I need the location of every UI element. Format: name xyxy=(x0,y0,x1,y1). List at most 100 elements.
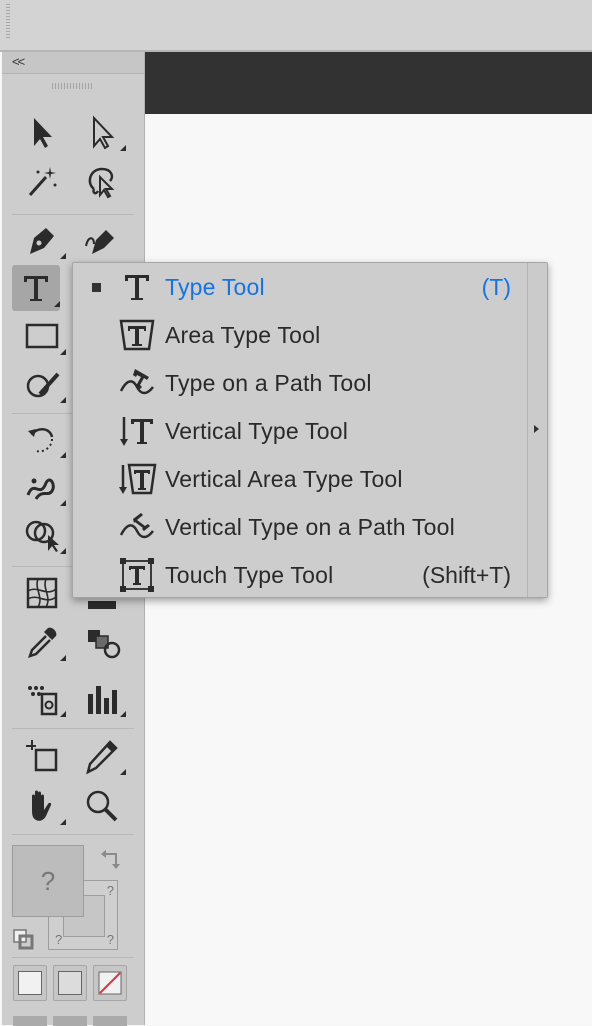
flyout-indicator xyxy=(60,452,66,458)
current-tool-bullet xyxy=(73,282,115,292)
rotate-tool[interactable] xyxy=(18,416,66,462)
type-on-path-icon xyxy=(119,369,154,395)
artboard-icon xyxy=(26,740,58,772)
swap-fill-stroke-icon[interactable] xyxy=(100,848,122,870)
slice-icon xyxy=(86,740,118,775)
hand-icon xyxy=(32,790,52,821)
type-icon xyxy=(24,276,48,301)
tool-group-divider xyxy=(12,834,134,835)
panel-grip[interactable] xyxy=(6,4,10,38)
flyout-indicator xyxy=(120,145,126,151)
shape-builder-tool[interactable] xyxy=(18,512,66,558)
none-square-icon xyxy=(98,971,122,995)
symbol-sprayer-tool[interactable] xyxy=(18,675,66,721)
toolbar-grip[interactable] xyxy=(52,83,92,89)
type-tools-flyout: Type Tool (T) Area Type Tool Type on a P… xyxy=(72,262,548,598)
type-tool[interactable] xyxy=(12,265,60,311)
menu-item-label: Type on a Path Tool xyxy=(165,369,372,396)
area-type-icon xyxy=(119,319,155,351)
vertical-area-type-icon xyxy=(119,463,157,495)
blend-icon xyxy=(88,630,121,659)
stroke-unknown-label: ? xyxy=(55,932,63,947)
selection-tool[interactable] xyxy=(18,109,66,155)
pen-tool[interactable] xyxy=(18,217,66,263)
menu-item-type-tool[interactable]: Type Tool (T) xyxy=(73,263,529,311)
menu-item-vertical-type-tool[interactable]: Vertical Type Tool xyxy=(73,407,529,455)
menu-item-label: Area Type Tool xyxy=(165,321,321,348)
hand-tool[interactable] xyxy=(18,783,66,829)
fill-gradient-button[interactable] xyxy=(53,965,87,1001)
puppet-warp-tool[interactable] xyxy=(18,464,66,510)
collapse-panel-button[interactable]: << xyxy=(2,52,144,74)
paintbrush-tool[interactable] xyxy=(18,361,66,407)
vertical-type-on-path-icon xyxy=(119,513,154,539)
tearoff-arrow-icon xyxy=(534,425,539,433)
menu-item-vertical-type-on-a-path-tool[interactable]: Vertical Type on a Path Tool xyxy=(73,503,529,551)
menu-item-shortcut: (Shift+T) xyxy=(422,561,511,588)
fill-none-button[interactable] xyxy=(93,965,127,1001)
gradient-square-icon xyxy=(58,971,82,995)
eyedropper-tool[interactable] xyxy=(18,619,66,665)
rectangle-icon xyxy=(25,323,59,349)
menu-item-shortcut: (T) xyxy=(481,273,511,300)
flyout-indicator xyxy=(60,253,66,259)
slice-tool[interactable] xyxy=(78,733,126,779)
mesh-tool[interactable] xyxy=(18,570,66,616)
flyout-indicator xyxy=(60,655,66,661)
menu-item-label: Vertical Type Tool xyxy=(165,417,349,444)
blend-tool[interactable] xyxy=(78,619,126,665)
lasso-icon xyxy=(88,167,115,199)
magic-wand-tool[interactable] xyxy=(18,158,66,204)
flyout-indicator xyxy=(54,301,60,307)
menu-item-label: Touch Type Tool xyxy=(165,561,334,588)
lasso-tool[interactable] xyxy=(78,158,126,204)
rectangle-tool[interactable] xyxy=(18,313,66,359)
puppet-warp-icon xyxy=(26,478,55,500)
zoom-icon xyxy=(86,790,118,822)
artboard-tool[interactable] xyxy=(18,733,66,779)
flyout-indicator xyxy=(60,548,66,554)
fill-swatch[interactable]: ? xyxy=(12,845,84,917)
stroke-unknown-label: ? xyxy=(106,932,114,947)
paintbrush-icon xyxy=(26,372,60,398)
touch-type-icon xyxy=(120,558,154,592)
menu-item-area-type-tool[interactable]: Area Type Tool xyxy=(73,311,529,359)
rotate-icon xyxy=(28,428,54,453)
column-graph-tool[interactable] xyxy=(78,675,126,721)
color-square-icon xyxy=(18,971,42,995)
menu-item-label: Type Tool xyxy=(165,273,265,300)
tool-group-divider xyxy=(12,957,134,958)
flyout-indicator xyxy=(60,819,66,825)
curvature-pen-icon xyxy=(85,230,114,254)
document-tab-bar xyxy=(144,52,592,114)
menu-item-label: Vertical Type on a Path Tool xyxy=(165,513,455,540)
stroke-unknown-label: ? xyxy=(106,883,114,898)
mesh-icon xyxy=(26,577,58,609)
menu-item-label: Vertical Area Type Tool xyxy=(165,465,403,492)
curvature-tool[interactable] xyxy=(78,217,126,263)
direct-selection-tool[interactable] xyxy=(78,109,126,155)
flyout-indicator xyxy=(60,397,66,403)
type-icon xyxy=(125,275,149,300)
vertical-type-icon xyxy=(120,417,153,446)
flyout-indicator xyxy=(60,711,66,717)
magic-wand-icon xyxy=(28,167,57,196)
symbol-sprayer-icon xyxy=(28,686,58,716)
eyedropper-icon xyxy=(28,627,57,658)
fill-color-button[interactable] xyxy=(13,965,47,1001)
default-fill-stroke-icon[interactable] xyxy=(12,928,36,952)
flyout-indicator xyxy=(120,711,126,717)
tool-group-divider xyxy=(12,728,134,729)
zoom-tool[interactable] xyxy=(78,783,126,829)
application-bar xyxy=(0,0,592,52)
tool-group-divider xyxy=(12,214,134,215)
menu-item-type-on-a-path-tool[interactable]: Type on a Path Tool xyxy=(73,359,529,407)
flyout-indicator xyxy=(60,349,66,355)
flyout-tearoff-strip[interactable] xyxy=(527,263,547,597)
menu-item-vertical-area-type-tool[interactable]: Vertical Area Type Tool xyxy=(73,455,529,503)
pen-icon xyxy=(30,228,54,254)
menu-item-touch-type-tool[interactable]: Touch Type Tool (Shift+T) xyxy=(73,551,529,599)
flyout-indicator xyxy=(120,769,126,775)
shape-builder-icon xyxy=(25,520,59,552)
flyout-indicator xyxy=(60,500,66,506)
